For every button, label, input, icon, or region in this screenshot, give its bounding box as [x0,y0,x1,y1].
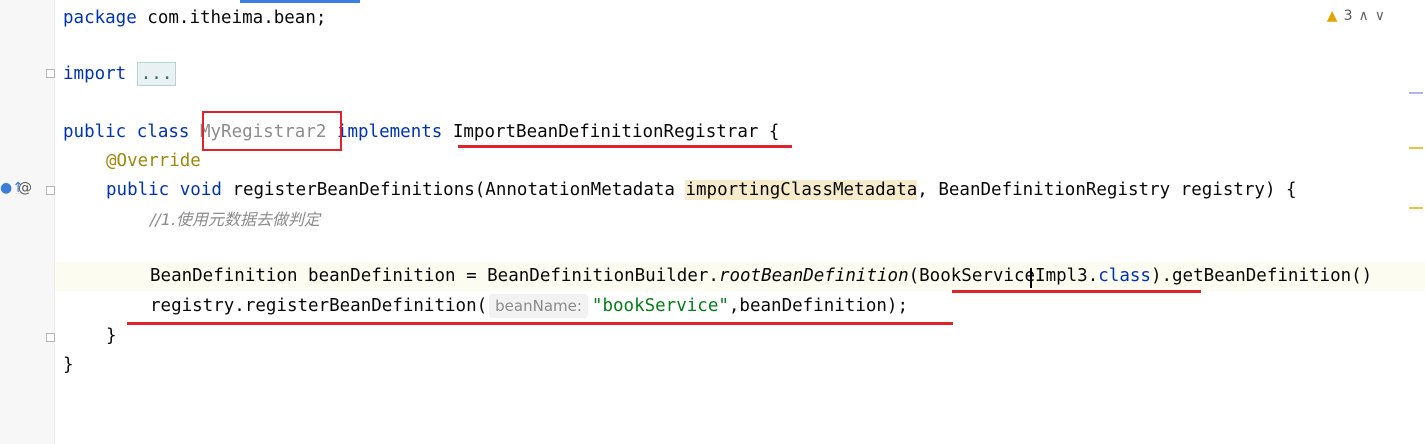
override-at-icon[interactable]: @ [18,180,32,196]
editor-gutter: ●↑ @ [0,0,55,444]
text-caret [1030,268,1032,288]
interface-name: ImportBeanDefinitionRegistrar [452,122,759,142]
warning-triangle-icon: ▲ [1326,8,1338,24]
code-comment: //1.使用元数据去做判定 [150,210,321,229]
code-line-11: registry.registerBeanDefinition(beanName… [150,294,909,318]
code-line-8: //1.使用元数据去做判定 [150,205,320,234]
code-line-6: @Override [106,151,201,171]
warning-stripe-mark[interactable] [1409,207,1423,209]
red-box-annotation [202,111,342,151]
chevron-down-icon[interactable]: ∨ [1375,8,1385,24]
red-underline-class [952,290,1201,293]
code-line-3: import ... [63,60,177,89]
import-fold-placeholder[interactable]: ... [136,62,177,86]
red-underline-register-call [127,322,953,325]
warning-count: 3 [1343,8,1353,24]
code-line-13: } [63,355,74,375]
red-underline-interface [458,145,792,148]
warning-stripe-mark[interactable] [1409,147,1423,149]
chevron-up-icon[interactable]: ∧ [1359,8,1369,24]
parameter-name-hint: beanName: [489,294,588,318]
fold-method-icon[interactable] [46,186,55,195]
fold-import-icon[interactable] [46,69,55,78]
code-line-5: public class MyRegistrar2 implements Imp… [63,122,780,142]
inspections-widget[interactable]: ▲ 3 ∧ ∨ [1327,8,1385,24]
code-line-10: BeanDefinition beanDefinition = BeanDefi… [150,266,1373,286]
code-line-12: } [106,326,117,346]
fold-method-end-icon[interactable] [46,333,55,342]
code-line-1: package com.itheima.bean; [63,8,327,28]
error-stripe-mark[interactable] [1409,92,1423,94]
highlighted-parameter: importingClassMetadata [685,180,918,200]
code-editor[interactable]: package com.itheima.bean; import ... pub… [55,0,1425,444]
code-line-7: public void registerBeanDefinitions(Anno… [106,180,1297,200]
